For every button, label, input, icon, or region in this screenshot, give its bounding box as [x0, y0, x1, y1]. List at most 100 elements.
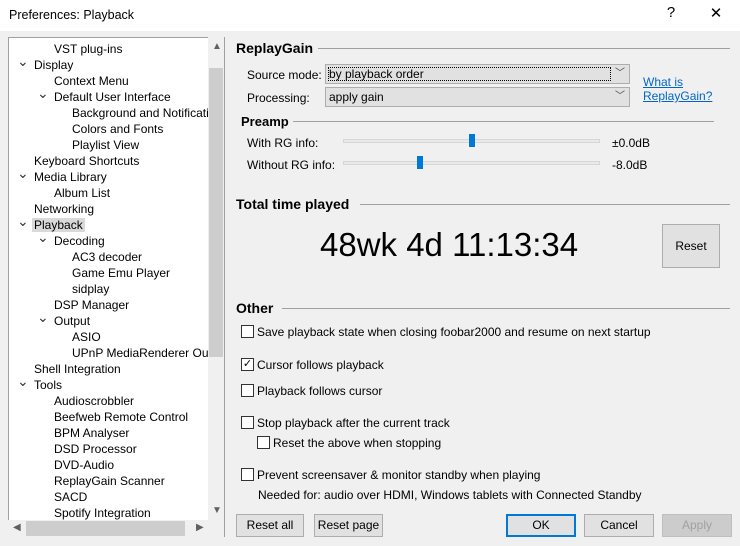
tree-item[interactable]: ⌄ Decoding	[37, 229, 107, 249]
tree-item-label: Spotify Integration	[54, 506, 151, 520]
tree-item-label: Beefweb Remote Control	[54, 410, 189, 424]
tree-item[interactable]: BPM Analyser	[52, 425, 131, 441]
tree-item[interactable]: ⌄ Tools	[17, 373, 64, 393]
tree-horizontal-scrollbar[interactable]: ◀ ▶	[8, 520, 224, 537]
tree-item[interactable]: UPnP MediaRenderer Output	[70, 345, 224, 361]
processing-value: apply gain	[329, 90, 384, 104]
tree-item[interactable]: Album List	[52, 185, 112, 201]
tree-item-label: BPM Analyser	[54, 426, 130, 440]
tree-item[interactable]: Spotify Integration	[52, 505, 153, 521]
chevron-down-icon[interactable]: ⌄	[37, 85, 49, 101]
tree-item[interactable]: AC3 decoder	[70, 249, 144, 265]
close-button[interactable]: ✕	[701, 4, 731, 22]
what-is-replaygain-link[interactable]: What is ReplayGain?	[643, 75, 712, 103]
checkbox-label[interactable]: Reset the above when stopping	[273, 436, 441, 450]
processing-select[interactable]: apply gain ﹀	[325, 87, 630, 107]
tree-item-label: Context Menu	[54, 74, 129, 88]
scroll-thumb[interactable]	[209, 68, 223, 357]
slider-thumb[interactable]	[417, 156, 424, 169]
apply-button[interactable]: Apply	[662, 514, 732, 537]
ok-button[interactable]: OK	[506, 514, 576, 537]
with-rg-label: With RG info:	[247, 136, 319, 150]
checkbox[interactable]: ✓	[241, 358, 254, 371]
reset-page-button[interactable]: Reset page	[314, 514, 383, 537]
help-button[interactable]: ?	[656, 4, 686, 21]
chevron-down-icon[interactable]: ⌄	[37, 309, 49, 325]
total-time-value: 48wk 4d 11:13:34	[320, 226, 579, 263]
standby-note: Needed for: audio over HDMI, Windows tab…	[258, 488, 642, 502]
checkbox[interactable]	[241, 325, 254, 338]
tree-item-label: Audioscrobbler	[54, 394, 135, 408]
tree-item[interactable]: Game Emu Player	[70, 265, 172, 281]
tree-item[interactable]: ReplayGain Scanner	[52, 473, 167, 489]
tree-item[interactable]: Background and Notifications	[70, 105, 225, 121]
checkbox-label[interactable]: Cursor follows playback	[257, 358, 384, 372]
tree-item-label: Game Emu Player	[72, 266, 171, 280]
tree-item[interactable]: VST plug-ins	[52, 41, 124, 57]
chevron-down-icon[interactable]: ⌄	[37, 229, 49, 245]
processing-label: Processing:	[247, 91, 310, 105]
checkbox[interactable]	[241, 384, 254, 397]
tree-item[interactable]: ASIO	[70, 329, 103, 345]
without-rg-slider[interactable]	[343, 161, 600, 165]
preferences-tree[interactable]: VST plug-ins ⌄ Display Context Menu ⌄ Default…	[8, 37, 225, 537]
chevron-down-icon[interactable]: ⌄	[17, 373, 29, 389]
checkbox[interactable]	[257, 436, 270, 449]
tree-item[interactable]: DSP Manager	[52, 297, 131, 313]
tree-item-label: Background and Notifications	[72, 106, 225, 120]
tree-item[interactable]: Audioscrobbler	[52, 393, 136, 409]
tree-item[interactable]: Context Menu	[52, 73, 131, 89]
checkbox-label[interactable]: Prevent screensaver & monitor standby wh…	[257, 468, 540, 482]
scroll-thumb[interactable]	[26, 521, 185, 536]
divider	[282, 308, 730, 309]
scroll-right-icon[interactable]: ▶	[196, 522, 204, 533]
chevron-down-icon[interactable]: ⌄	[17, 165, 29, 181]
tree-item[interactable]: Beefweb Remote Control	[52, 409, 190, 425]
tree-vertical-scrollbar[interactable]: ▲ ▼	[208, 37, 224, 520]
tree-item[interactable]: Colors and Fonts	[70, 121, 165, 137]
tree-item-label: Decoding	[54, 234, 105, 248]
preamp-heading: Preamp	[241, 114, 289, 129]
tree-item[interactable]: Playlist View	[70, 137, 141, 153]
tree-item[interactable]: Keyboard Shortcuts	[32, 153, 141, 169]
tree-item-label: Display	[34, 58, 74, 72]
tree-item-label: DSP Manager	[54, 298, 130, 312]
checkbox[interactable]	[241, 468, 254, 481]
checkbox-label[interactable]: Playback follows cursor	[257, 384, 382, 398]
tree-item[interactable]: ⌄ Output	[37, 309, 92, 329]
chevron-down-icon[interactable]: ⌄	[17, 53, 29, 69]
divider	[360, 204, 730, 205]
chevron-down-icon[interactable]: ⌄	[17, 213, 29, 229]
tree-item[interactable]: ⌄ Display	[17, 53, 75, 73]
tree-item[interactable]: Shell Integration	[32, 361, 123, 377]
tree-item[interactable]: SACD	[52, 489, 89, 505]
cancel-button[interactable]: Cancel	[584, 514, 654, 537]
checkbox-label[interactable]: Save playback state when closing foobar2…	[257, 325, 651, 339]
tree-item-label: Colors and Fonts	[72, 122, 164, 136]
source-mode-select[interactable]: by playback order ﹀	[325, 64, 630, 84]
without-rg-value: -8.0dB	[612, 158, 648, 172]
tree-item[interactable]: DVD-Audio	[52, 457, 116, 473]
link-line[interactable]: What is	[643, 75, 712, 89]
reset-time-button[interactable]: Reset	[662, 224, 720, 268]
tree-item-label: Shell Integration	[34, 362, 121, 376]
tree-item[interactable]: DSD Processor	[52, 441, 139, 457]
tree-item-label: Album List	[54, 186, 111, 200]
tree-item-label: VST plug-ins	[54, 42, 123, 56]
scroll-up-icon[interactable]: ▲	[212, 41, 222, 52]
checkbox-label[interactable]: Stop playback after the current track	[257, 416, 450, 430]
reset-all-button[interactable]: Reset all	[236, 514, 304, 537]
tree-item[interactable]: Networking	[32, 201, 96, 217]
tree-item[interactable]: ⌄ Media Library	[17, 165, 109, 185]
slider-thumb[interactable]	[468, 134, 475, 147]
tree-item[interactable]: ⌄ Default User Interface	[37, 85, 173, 105]
tree-item-label: AC3 decoder	[72, 250, 143, 264]
chevron-down-icon: ﹀	[615, 68, 625, 79]
scroll-left-icon[interactable]: ◀	[13, 522, 21, 533]
tree-item[interactable]: sidplay	[70, 281, 111, 297]
scroll-down-icon[interactable]: ▼	[212, 505, 222, 516]
link-line[interactable]: ReplayGain?	[643, 89, 712, 103]
total-time-heading: Total time played	[236, 196, 350, 212]
checkbox[interactable]	[241, 416, 254, 429]
tree-item-label: sidplay	[72, 282, 110, 296]
